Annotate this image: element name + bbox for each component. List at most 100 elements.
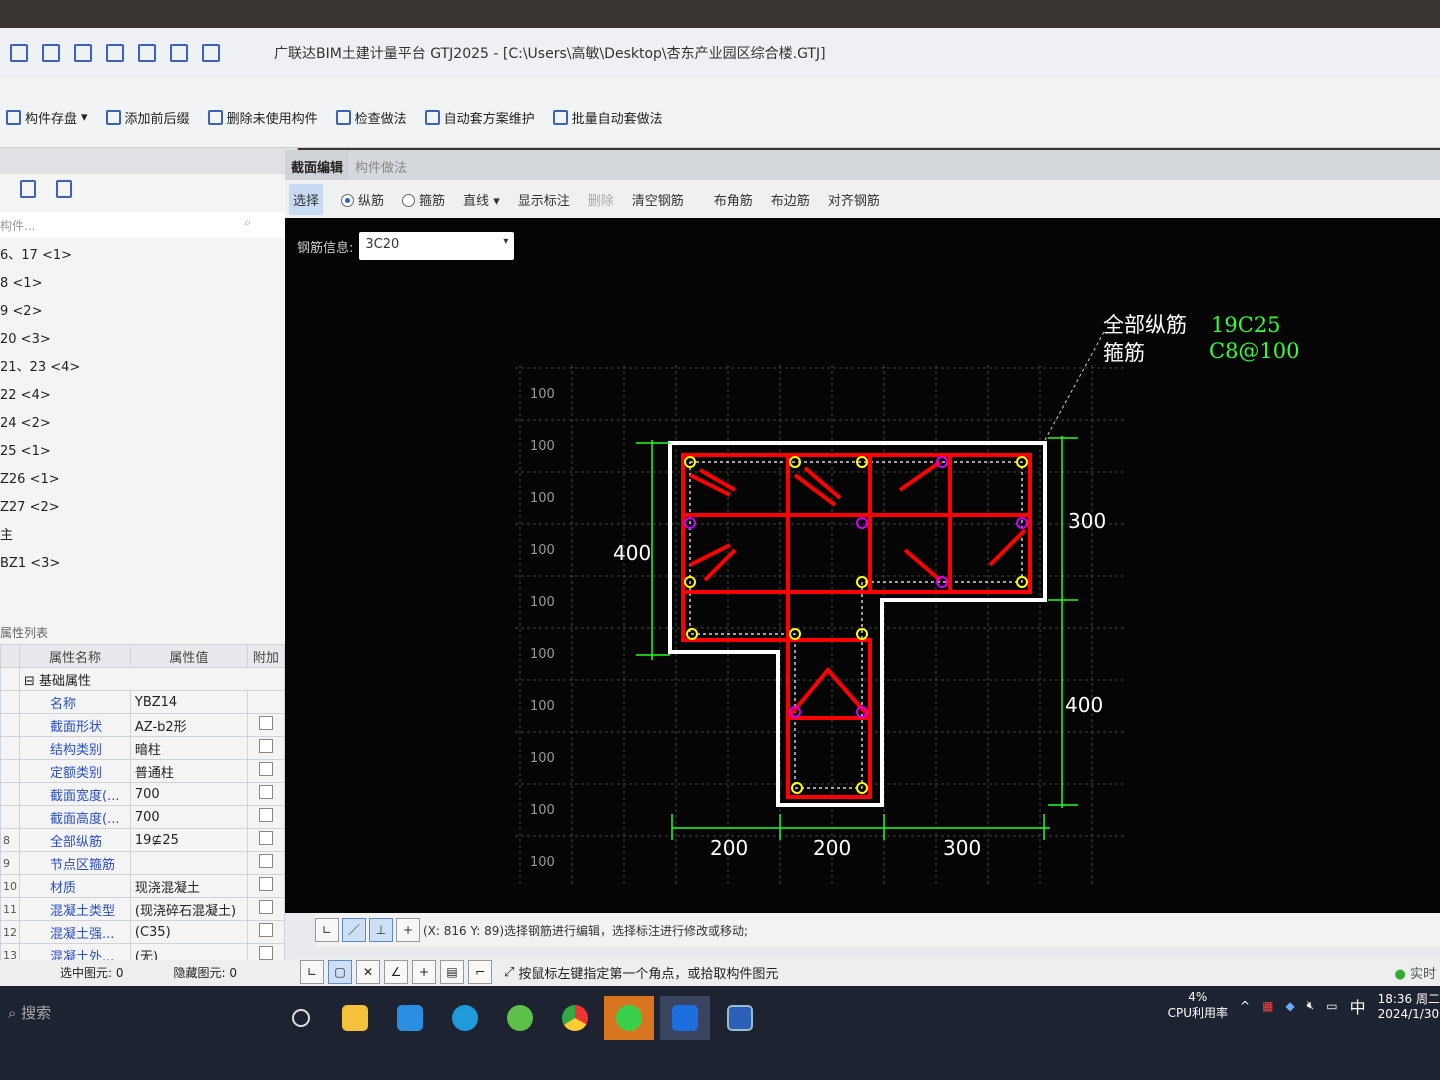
- gtj-icon[interactable]: [660, 996, 710, 1040]
- checkbox-icon[interactable]: [258, 785, 273, 799]
- property-row[interactable]: 结构类别 暗柱: [0, 736, 286, 760]
- arc-icon[interactable]: ⌐: [468, 960, 492, 984]
- list-item[interactable]: 8 <1>: [0, 270, 297, 298]
- checkbox-icon[interactable]: [258, 946, 273, 960]
- list-item[interactable]: 6、17 <1>: [0, 242, 297, 270]
- pen-icon[interactable]: [138, 44, 156, 62]
- checkbox-icon[interactable]: [258, 739, 273, 753]
- property-value[interactable]: 19⊈25: [129, 828, 248, 852]
- tab-section-edit[interactable]: 截面编辑: [285, 150, 350, 180]
- angle-icon[interactable]: ∠: [384, 960, 408, 984]
- list-item[interactable]: BZ1 <3>: [0, 550, 297, 578]
- select-button[interactable]: 选择: [289, 183, 324, 215]
- perpendicular-icon[interactable]: ⊥: [369, 918, 393, 942]
- chevron-up-icon[interactable]: ^: [1240, 999, 1250, 1013]
- save-component-button[interactable]: 构件存盘 ▾: [6, 108, 88, 127]
- property-value[interactable]: (现浇碎石混凝土): [129, 897, 248, 921]
- ime-indicator[interactable]: 中: [1350, 994, 1366, 1018]
- extra-checkbox[interactable]: [246, 805, 286, 829]
- extra-checkbox[interactable]: [246, 782, 286, 806]
- extra-checkbox[interactable]: [246, 713, 286, 737]
- property-value[interactable]: 现浇混凝土: [129, 874, 248, 898]
- clock[interactable]: 18:36 周二 2024/1/30: [1378, 990, 1440, 1021]
- property-value[interactable]: 暗柱: [129, 736, 248, 760]
- checkbox-icon[interactable]: [258, 900, 273, 914]
- property-row[interactable]: 定额类别 普通柱: [0, 759, 286, 783]
- edge-icon[interactable]: [440, 996, 490, 1040]
- mail-icon[interactable]: [385, 996, 435, 1040]
- checkbox-icon[interactable]: [258, 716, 273, 730]
- taskbar-search[interactable]: ⌕ 搜索: [0, 994, 275, 1030]
- extra-checkbox[interactable]: [246, 897, 286, 921]
- list-item[interactable]: Z27 <2>: [0, 494, 297, 522]
- export-icon[interactable]: [202, 44, 220, 62]
- batch-auto-button[interactable]: 批量自动套做法: [552, 108, 663, 127]
- ie-icon[interactable]: [495, 996, 545, 1040]
- snap-icon[interactable]: +: [396, 918, 420, 942]
- checkbox-icon[interactable]: [258, 762, 273, 776]
- add-prefix-button[interactable]: 添加前后缀: [105, 108, 190, 127]
- property-value[interactable]: (C35): [129, 920, 248, 944]
- extra-checkbox[interactable]: [246, 759, 286, 783]
- chrome-icon[interactable]: [550, 996, 600, 1040]
- cross-icon[interactable]: ✕: [356, 960, 380, 984]
- property-row[interactable]: 名称 YBZ14: [0, 690, 286, 714]
- realtime-indicator[interactable]: ● 实时: [1395, 963, 1437, 982]
- extra-checkbox[interactable]: [246, 736, 286, 760]
- list-item[interactable]: 主: [0, 522, 297, 550]
- extra-checkbox[interactable]: [246, 874, 286, 898]
- checkbox-icon[interactable]: [258, 877, 273, 891]
- extra-checkbox[interactable]: [246, 690, 286, 714]
- property-value[interactable]: [129, 851, 248, 875]
- group-row[interactable]: ⊟ 基础属性: [19, 667, 285, 691]
- delete-button[interactable]: 删除: [588, 190, 614, 209]
- corner-rebar-button[interactable]: 布角筋: [714, 190, 753, 209]
- align-rebar-button[interactable]: 对齐钢筋: [828, 190, 880, 209]
- section-drawing[interactable]: 100 100 100 100 100 100 100 100 100 100 400 300 400 2…: [285, 218, 1440, 913]
- property-row[interactable]: 截面形状 AZ-b2形: [0, 713, 286, 737]
- property-row[interactable]: 12 混凝土强... (C35): [0, 920, 286, 944]
- property-value[interactable]: 普通柱: [129, 759, 248, 783]
- checkbox-icon[interactable]: [258, 808, 273, 822]
- clear-rebar-button[interactable]: 清空钢筋: [632, 190, 684, 209]
- list-item[interactable]: 21、23 <4>: [0, 354, 297, 382]
- property-row[interactable]: 10 材质 现浇混凝土: [0, 874, 286, 898]
- property-row[interactable]: 8 全部纵筋 19⊈25: [0, 828, 286, 852]
- delete-icon[interactable]: [56, 180, 72, 198]
- property-row[interactable]: 截面高度(... 700: [0, 805, 286, 829]
- property-value[interactable]: AZ-b2形: [129, 713, 248, 737]
- show-label-button[interactable]: 显示标注: [518, 190, 570, 209]
- checkbox-icon[interactable]: [258, 831, 273, 845]
- check-method-button[interactable]: 检查做法: [335, 108, 407, 127]
- list-item[interactable]: 24 <2>: [0, 410, 297, 438]
- longitudinal-radio[interactable]: 纵筋: [341, 190, 384, 209]
- property-value[interactable]: YBZ14: [129, 690, 248, 714]
- component-search-input[interactable]: 构件... ⌕: [0, 212, 297, 238]
- list-item[interactable]: 9 <2>: [0, 298, 297, 326]
- stirrup-radio[interactable]: 箍筋: [402, 190, 445, 209]
- network-app-icon[interactable]: ◆: [1285, 999, 1294, 1013]
- edge-rebar-button[interactable]: 布边筋: [771, 190, 810, 209]
- select-box-icon[interactable]: ▢: [328, 960, 352, 984]
- auto-scheme-button[interactable]: 自动套方案维护: [424, 108, 535, 127]
- volume-muted-icon[interactable]: 🔇︎: [1307, 998, 1315, 1013]
- copy-icon[interactable]: [20, 180, 36, 198]
- extra-checkbox[interactable]: [246, 920, 286, 944]
- extra-checkbox[interactable]: [246, 828, 286, 852]
- app-tray-icon[interactable]: ▦: [1262, 999, 1273, 1013]
- cad-icon[interactable]: [715, 996, 765, 1040]
- delete-unused-button[interactable]: 删除未使用构件: [207, 108, 318, 127]
- property-value[interactable]: 700: [129, 782, 248, 806]
- extra-checkbox[interactable]: [246, 851, 286, 875]
- file-explorer-icon[interactable]: [330, 996, 380, 1040]
- tab-component-method[interactable]: 构件做法: [349, 150, 413, 180]
- grid-icon[interactable]: [106, 44, 124, 62]
- list-item[interactable]: 22 <4>: [0, 382, 297, 410]
- search-icon[interactable]: ⌕: [244, 215, 251, 230]
- property-row[interactable]: 截面宽度(... 700: [0, 782, 286, 806]
- slant-icon[interactable]: ／: [342, 918, 366, 942]
- property-value[interactable]: 700: [129, 805, 248, 829]
- wechat-icon[interactable]: [604, 996, 654, 1040]
- list-item[interactable]: 25 <1>: [0, 438, 297, 466]
- ortho-icon[interactable]: ∟: [300, 960, 324, 984]
